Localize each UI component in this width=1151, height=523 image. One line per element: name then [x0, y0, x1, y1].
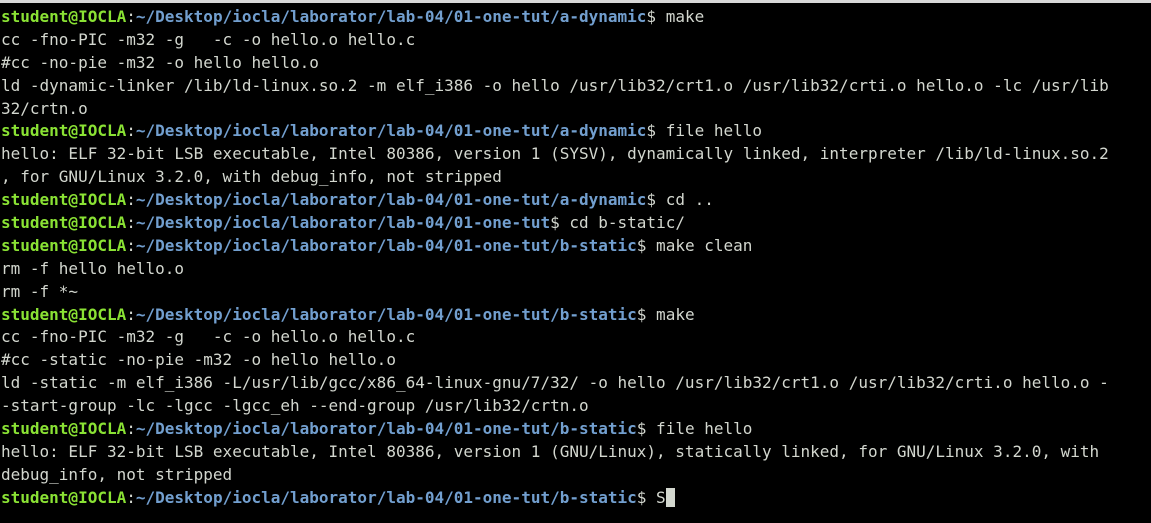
- text-cursor: [665, 487, 675, 507]
- output-line: hello: ELF 32-bit LSB executable, Intel …: [1, 441, 1151, 464]
- output-text: ld -dynamic-linker /lib/ld-linux.so.2 -m…: [1, 75, 1109, 95]
- output-text: -start-group -lc -lgcc -lgcc_eh --end-gr…: [1, 396, 589, 416]
- prompt-user: student@IOCLA: [1, 304, 127, 324]
- prompt-line: student@IOCLA:~/Desktop/iocla/laborator/…: [1, 418, 1151, 441]
- command-text: cd b-static/: [559, 213, 685, 233]
- command-text: file hello: [656, 121, 763, 141]
- output-text: #cc -no-pie -m32 -o hello hello.o: [1, 52, 319, 72]
- prompt-user: student@IOCLA: [1, 190, 127, 210]
- output-text: 32/crtn.o: [1, 98, 88, 118]
- prompt-line: student@IOCLA:~/Desktop/iocla/laborator/…: [1, 487, 1151, 510]
- prompt-symbol: $: [636, 487, 647, 507]
- prompt-separator: :: [126, 7, 136, 26]
- prompt-path: ~/Desktop/iocla/laborator/lab-04/01-one-…: [135, 487, 637, 507]
- output-line: 32/crtn.o: [1, 98, 1151, 121]
- output-text: hello: ELF 32-bit LSB executable, Intel …: [1, 144, 1109, 164]
- output-text: rm -f *~: [1, 281, 79, 301]
- prompt-separator: :: [126, 235, 136, 255]
- prompt-separator: :: [126, 190, 136, 210]
- prompt-symbol: $: [646, 121, 657, 141]
- command-text: make: [656, 7, 705, 26]
- prompt-symbol: $: [550, 213, 560, 233]
- prompt-path: ~/Desktop/iocla/laborator/lab-04/01-one-…: [135, 190, 647, 210]
- prompt-user: student@IOCLA: [1, 121, 127, 141]
- prompt-line: student@IOCLA:~/Desktop/iocla/laborator/…: [1, 212, 1151, 235]
- output-line: cc -fno-PIC -m32 -g -c -o hello.o hello.…: [1, 326, 1151, 349]
- prompt-line: student@IOCLA:~/Desktop/iocla/laborator/…: [1, 120, 1151, 143]
- output-text: rm -f hello hello.o: [1, 258, 185, 278]
- output-line: rm -f hello hello.o: [1, 258, 1151, 281]
- output-line: #cc -static -no-pie -m32 -o hello hello.…: [1, 349, 1151, 372]
- prompt-user: student@IOCLA: [1, 7, 127, 26]
- prompt-symbol: $: [646, 7, 657, 26]
- command-text: make clean: [646, 235, 753, 255]
- prompt-separator: :: [126, 419, 136, 439]
- output-line: #cc -no-pie -m32 -o hello hello.o: [1, 52, 1151, 75]
- output-text: cc -fno-PIC -m32 -g -c -o hello.o hello.…: [1, 29, 416, 49]
- output-line: -start-group -lc -lgcc -lgcc_eh --end-gr…: [1, 395, 1151, 418]
- prompt-user: student@IOCLA: [1, 213, 127, 233]
- prompt-separator: :: [126, 213, 136, 233]
- output-line: ld -dynamic-linker /lib/ld-linux.so.2 -m…: [1, 75, 1151, 98]
- command-text: file hello: [646, 419, 753, 439]
- prompt-path: ~/Desktop/iocla/laborator/lab-04/01-one-…: [135, 235, 637, 255]
- prompt-symbol: $: [636, 235, 647, 255]
- output-line: debug_info, not stripped: [1, 464, 1151, 487]
- output-text: debug_info, not stripped: [1, 464, 233, 484]
- output-text: hello: ELF 32-bit LSB executable, Intel …: [1, 441, 1100, 461]
- output-line: hello: ELF 32-bit LSB executable, Intel …: [1, 143, 1151, 166]
- command-text[interactable]: S: [646, 488, 666, 507]
- output-line: ld -static -m elf_i386 -L/usr/lib/gcc/x8…: [1, 372, 1151, 395]
- prompt-user: student@IOCLA: [1, 487, 127, 507]
- prompt-line: student@IOCLA:~/Desktop/iocla/laborator/…: [1, 6, 1151, 29]
- command-text: cd ..: [656, 190, 714, 210]
- prompt-line: student@IOCLA:~/Desktop/iocla/laborator/…: [1, 304, 1151, 327]
- prompt-separator: :: [126, 121, 136, 141]
- output-text: , for GNU/Linux 3.2.0, with debug_info, …: [1, 167, 502, 187]
- prompt-path: ~/Desktop/iocla/laborator/lab-04/01-one-…: [135, 419, 637, 439]
- prompt-path: ~/Desktop/iocla/laborator/lab-04/01-one-…: [135, 7, 647, 26]
- prompt-line: student@IOCLA:~/Desktop/iocla/laborator/…: [1, 235, 1151, 258]
- output-line: cc -fno-PIC -m32 -g -c -o hello.o hello.…: [1, 29, 1151, 52]
- output-line: rm -f *~: [1, 281, 1151, 304]
- prompt-path: ~/Desktop/iocla/laborator/lab-04/01-one-…: [135, 121, 647, 141]
- prompt-path: ~/Desktop/iocla/laborator/lab-04/01-one-…: [135, 304, 637, 324]
- prompt-line: student@IOCLA:~/Desktop/iocla/laborator/…: [1, 189, 1151, 212]
- output-line: , for GNU/Linux 3.2.0, with debug_info, …: [1, 166, 1151, 189]
- prompt-separator: :: [126, 487, 136, 507]
- prompt-symbol: $: [646, 190, 657, 210]
- prompt-path: ~/Desktop/iocla/laborator/lab-04/01-one-…: [135, 213, 551, 233]
- output-text: ld -static -m elf_i386 -L/usr/lib/gcc/x8…: [1, 373, 1109, 393]
- output-text: #cc -static -no-pie -m32 -o hello hello.…: [1, 350, 396, 370]
- prompt-user: student@IOCLA: [1, 419, 127, 439]
- prompt-symbol: $: [636, 304, 647, 324]
- command-text: make: [646, 304, 695, 324]
- prompt-symbol: $: [636, 419, 647, 439]
- output-text: cc -fno-PIC -m32 -g -c -o hello.o hello.…: [1, 327, 416, 347]
- prompt-user: student@IOCLA: [1, 235, 127, 255]
- prompt-separator: :: [126, 304, 136, 324]
- terminal-window[interactable]: student@IOCLA:~/Desktop/iocla/laborator/…: [0, 0, 1151, 523]
